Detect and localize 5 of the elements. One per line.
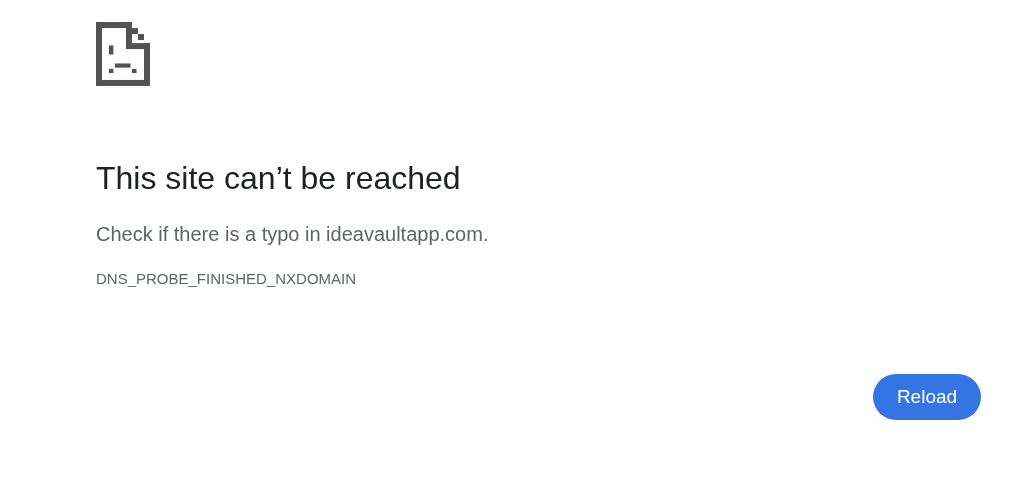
error-code: DNS_PROBE_FINISHED_NXDOMAIN (96, 269, 357, 289)
sad-page-icon (96, 22, 150, 86)
error-heading: This site can’t be reached (96, 159, 461, 198)
reload-button[interactable]: Reload (873, 374, 981, 420)
error-message: Check if there is a typo in ideavaultapp.com. (96, 222, 489, 247)
